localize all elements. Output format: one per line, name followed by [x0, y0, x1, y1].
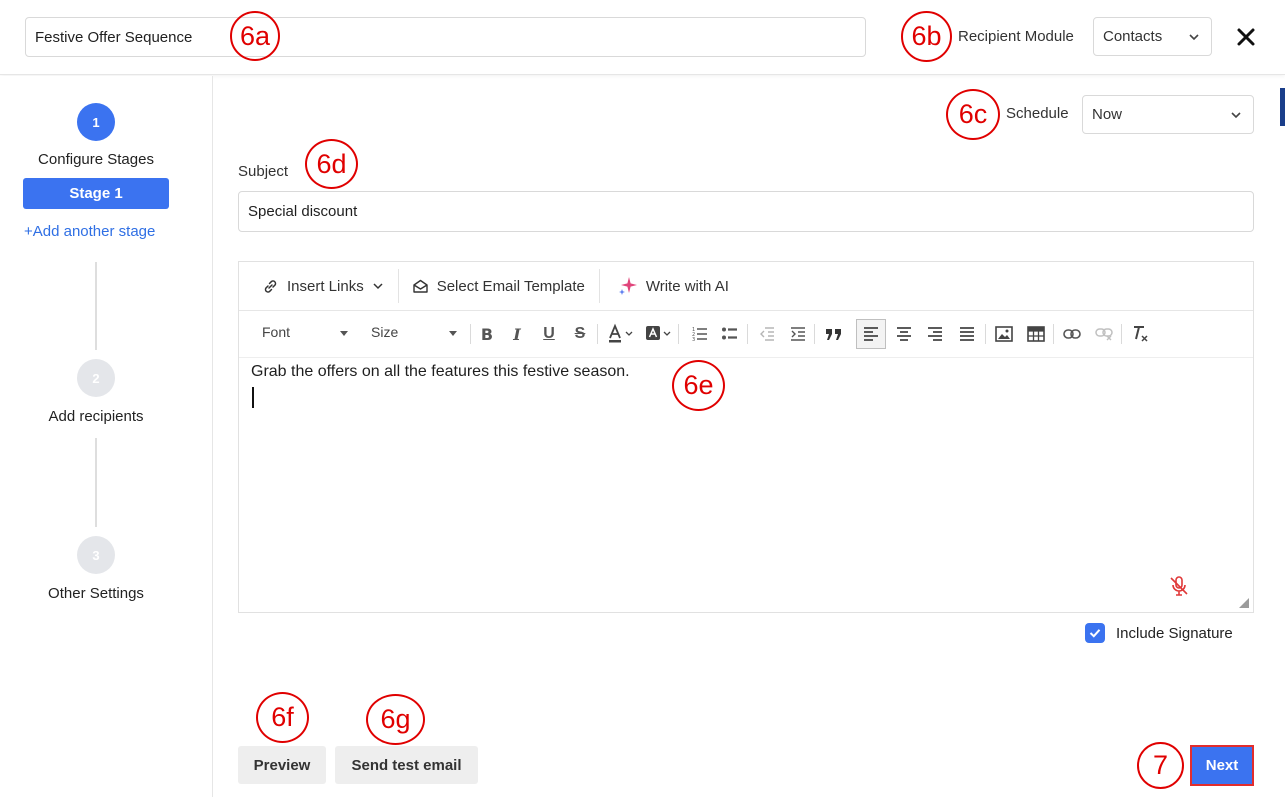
align-right-icon[interactable] — [922, 322, 948, 346]
schedule-select[interactable]: Now — [1082, 95, 1254, 134]
select-email-template-button[interactable]: Select Email Template — [399, 262, 599, 310]
strikethrough-icon[interactable]: S — [567, 322, 593, 346]
insert-table-icon[interactable] — [1023, 322, 1049, 346]
bold-icon[interactable]: B — [474, 322, 500, 346]
schedule-value: Now — [1092, 106, 1123, 123]
annotation-marker: 6g — [366, 694, 425, 745]
sequence-name-input[interactable] — [25, 17, 866, 57]
annotation-marker: 6e — [672, 360, 725, 411]
italic-icon[interactable]: I — [504, 322, 530, 346]
chevron-down-icon — [1189, 33, 1199, 40]
background-window-edge — [1280, 88, 1285, 126]
annotation-marker: 6d — [305, 139, 358, 189]
preview-button[interactable]: Preview — [238, 746, 326, 784]
annotation-marker: 6c — [946, 89, 1000, 140]
add-another-stage-link[interactable]: +Add another stage — [24, 223, 155, 240]
text-cursor — [252, 387, 254, 408]
schedule-label: Schedule — [1006, 105, 1069, 122]
unlink-icon[interactable] — [1091, 322, 1117, 346]
stepper-sidebar: 1 Configure Stages Stage 1 +Add another … — [0, 76, 213, 797]
align-center-icon[interactable] — [891, 322, 917, 346]
include-signature-label[interactable]: Include Signature — [1116, 625, 1233, 642]
step-2-label[interactable]: Add recipients — [0, 408, 192, 425]
step-connector — [95, 262, 97, 350]
size-dropdown-label: Size — [371, 324, 399, 340]
include-signature-checkbox[interactable] — [1085, 623, 1105, 643]
stage-1-button[interactable]: Stage 1 — [23, 178, 169, 209]
select-email-template-label: Select Email Template — [436, 277, 585, 295]
step-2-circle[interactable]: 2 — [77, 359, 115, 397]
write-with-ai-button[interactable]: Write with AI — [600, 262, 743, 310]
subject-input[interactable] — [238, 191, 1254, 232]
step-1-circle[interactable]: 1 — [77, 103, 115, 141]
toolbar-divider — [985, 324, 986, 344]
ordered-list-icon[interactable]: 123 — [687, 322, 713, 346]
highlight-color-icon[interactable] — [642, 322, 674, 346]
write-with-ai-label: Write with AI — [645, 277, 729, 295]
annotation-marker: 6f — [256, 692, 309, 743]
close-icon[interactable] — [1233, 24, 1259, 50]
font-dropdown-label: Font — [262, 324, 291, 340]
mic-off-icon[interactable] — [1167, 574, 1191, 598]
font-dropdown[interactable]: Font — [262, 324, 352, 340]
insert-links-dropdown[interactable]: Insert Links — [239, 262, 398, 310]
caret-down-icon — [340, 331, 348, 336]
email-body-text[interactable]: Grab the offers on all the features this… — [251, 363, 630, 381]
toolbar-divider — [747, 324, 748, 344]
next-button[interactable]: Next — [1190, 745, 1254, 786]
insert-link-icon[interactable] — [1059, 322, 1085, 346]
align-left-icon[interactable] — [856, 319, 886, 349]
recipient-module-label: Recipient Module — [958, 28, 1074, 45]
chevron-down-icon — [373, 283, 383, 290]
toolbar-divider — [1053, 324, 1054, 344]
recipient-module-select[interactable]: Contacts — [1093, 17, 1212, 56]
annotation-marker: 6b — [901, 11, 952, 62]
editor-format-toolbar: Font Size B I U S 123 — [239, 311, 1253, 358]
toolbar-divider — [814, 324, 815, 344]
annotation-marker: 7 — [1137, 742, 1184, 789]
resize-handle[interactable] — [1239, 598, 1249, 608]
editor-primary-toolbar: Insert Links Select Email Template Write… — [239, 262, 1253, 311]
step-3-circle[interactable]: 3 — [77, 536, 115, 574]
link-icon — [264, 279, 277, 293]
step-connector — [95, 438, 97, 527]
outdent-icon[interactable] — [754, 322, 780, 346]
indent-icon[interactable] — [785, 322, 811, 346]
recipient-module-value: Contacts — [1103, 28, 1163, 45]
email-body-area[interactable]: Grab the offers on all the features this… — [239, 358, 1253, 612]
step-1-label[interactable]: Configure Stages — [0, 151, 192, 168]
email-editor: Insert Links Select Email Template Write… — [238, 261, 1254, 613]
ai-sparkle-icon — [618, 277, 637, 295]
toolbar-divider — [597, 324, 598, 344]
caret-down-icon — [449, 331, 457, 336]
toolbar-divider — [678, 324, 679, 344]
insert-image-icon[interactable] — [991, 322, 1017, 346]
insert-links-label: Insert Links — [287, 277, 364, 295]
toolbar-divider — [470, 324, 471, 344]
annotation-marker: 6a — [230, 11, 280, 61]
toolbar-divider — [1121, 324, 1122, 344]
align-justify-icon[interactable] — [954, 322, 980, 346]
font-color-icon[interactable] — [604, 322, 636, 346]
svg-text:3: 3 — [692, 337, 695, 343]
send-test-email-button[interactable]: Send test email — [335, 746, 478, 784]
chevron-down-icon — [1231, 111, 1241, 118]
blockquote-icon[interactable] — [821, 322, 847, 346]
underline-icon[interactable]: U — [536, 322, 562, 346]
size-dropdown[interactable]: Size — [371, 324, 461, 340]
clear-formatting-icon[interactable] — [1128, 322, 1154, 346]
check-icon — [1089, 629, 1101, 638]
sequence-header: Recipient Module Contacts — [0, 0, 1285, 75]
bullet-list-icon[interactable] — [717, 322, 743, 346]
step-3-label[interactable]: Other Settings — [0, 585, 192, 602]
subject-label: Subject — [238, 163, 289, 180]
envelope-open-icon — [413, 279, 428, 293]
